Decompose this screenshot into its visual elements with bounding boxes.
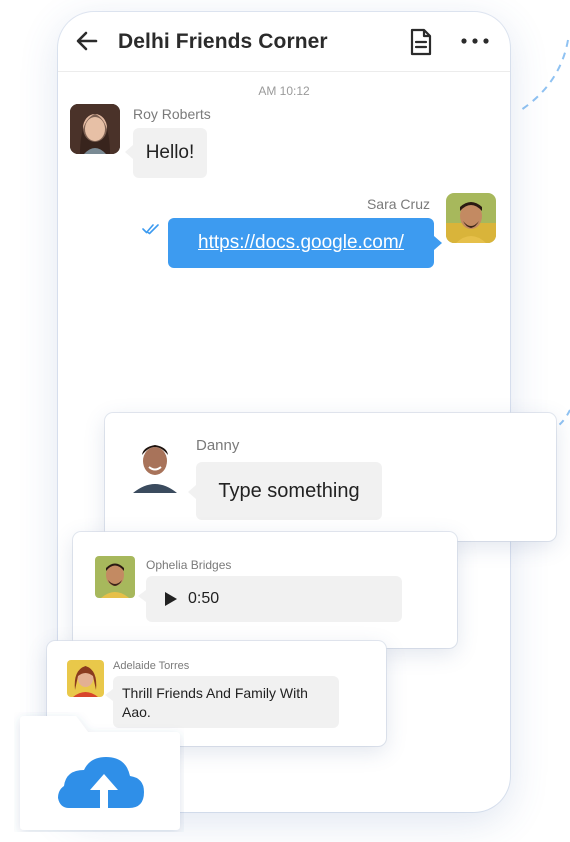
avatar-danny[interactable] [129, 437, 181, 493]
play-icon[interactable] [164, 591, 178, 607]
audio-message-bubble[interactable]: 0:50 [146, 576, 402, 622]
avatar-image [70, 104, 120, 154]
message-card-ophelia[interactable]: Ophelia Bridges 0:50 [73, 532, 457, 648]
message-sender: Sara Cruz [366, 196, 430, 212]
bubble-tail [188, 485, 196, 499]
double-check-icon [142, 224, 159, 235]
message-sender: Roy Roberts [133, 106, 211, 122]
chat-title: Delhi Friends Corner [118, 30, 328, 53]
avatar-ophelia-bridges[interactable] [95, 556, 135, 598]
message-link[interactable]: https://docs.google.com/ [198, 232, 404, 254]
message-card-danny[interactable]: Danny Type something [105, 413, 556, 541]
avatar-image [95, 556, 135, 598]
avatar-sara-cruz[interactable] [446, 193, 496, 243]
message-bubble-link[interactable]: https://docs.google.com/ [168, 218, 434, 268]
avatar-adelaide-torres[interactable] [67, 660, 104, 697]
avatar-image [446, 193, 496, 243]
message-sender: Ophelia Bridges [146, 558, 232, 572]
chat-timestamp: AM 10:12 [258, 84, 310, 98]
bubble-tail [105, 689, 113, 701]
message-bubble[interactable]: Hello! [133, 128, 207, 178]
message-text: Type something [218, 479, 360, 502]
message-text: Hello! [145, 142, 195, 163]
avatar-roy-roberts[interactable] [70, 104, 120, 154]
message-sender: Danny [196, 437, 240, 454]
bubble-tail [434, 236, 442, 250]
chat-header: Delhi Friends Corner [58, 12, 510, 72]
more-horizontal-icon[interactable] [458, 28, 492, 54]
arrow-left-icon[interactable] [74, 28, 100, 54]
audio-duration: 0:50 [188, 590, 220, 607]
bubble-tail [125, 145, 133, 159]
upload-folder[interactable] [14, 712, 184, 832]
avatar-image [133, 445, 177, 493]
decorative-dashed-arc [519, 39, 569, 110]
avatar-image [67, 660, 104, 697]
message-sender: Adelaide Torres [113, 660, 190, 672]
message-bubble[interactable]: Type something [196, 462, 382, 520]
document-icon[interactable] [408, 28, 434, 56]
bubble-tail [138, 590, 146, 602]
